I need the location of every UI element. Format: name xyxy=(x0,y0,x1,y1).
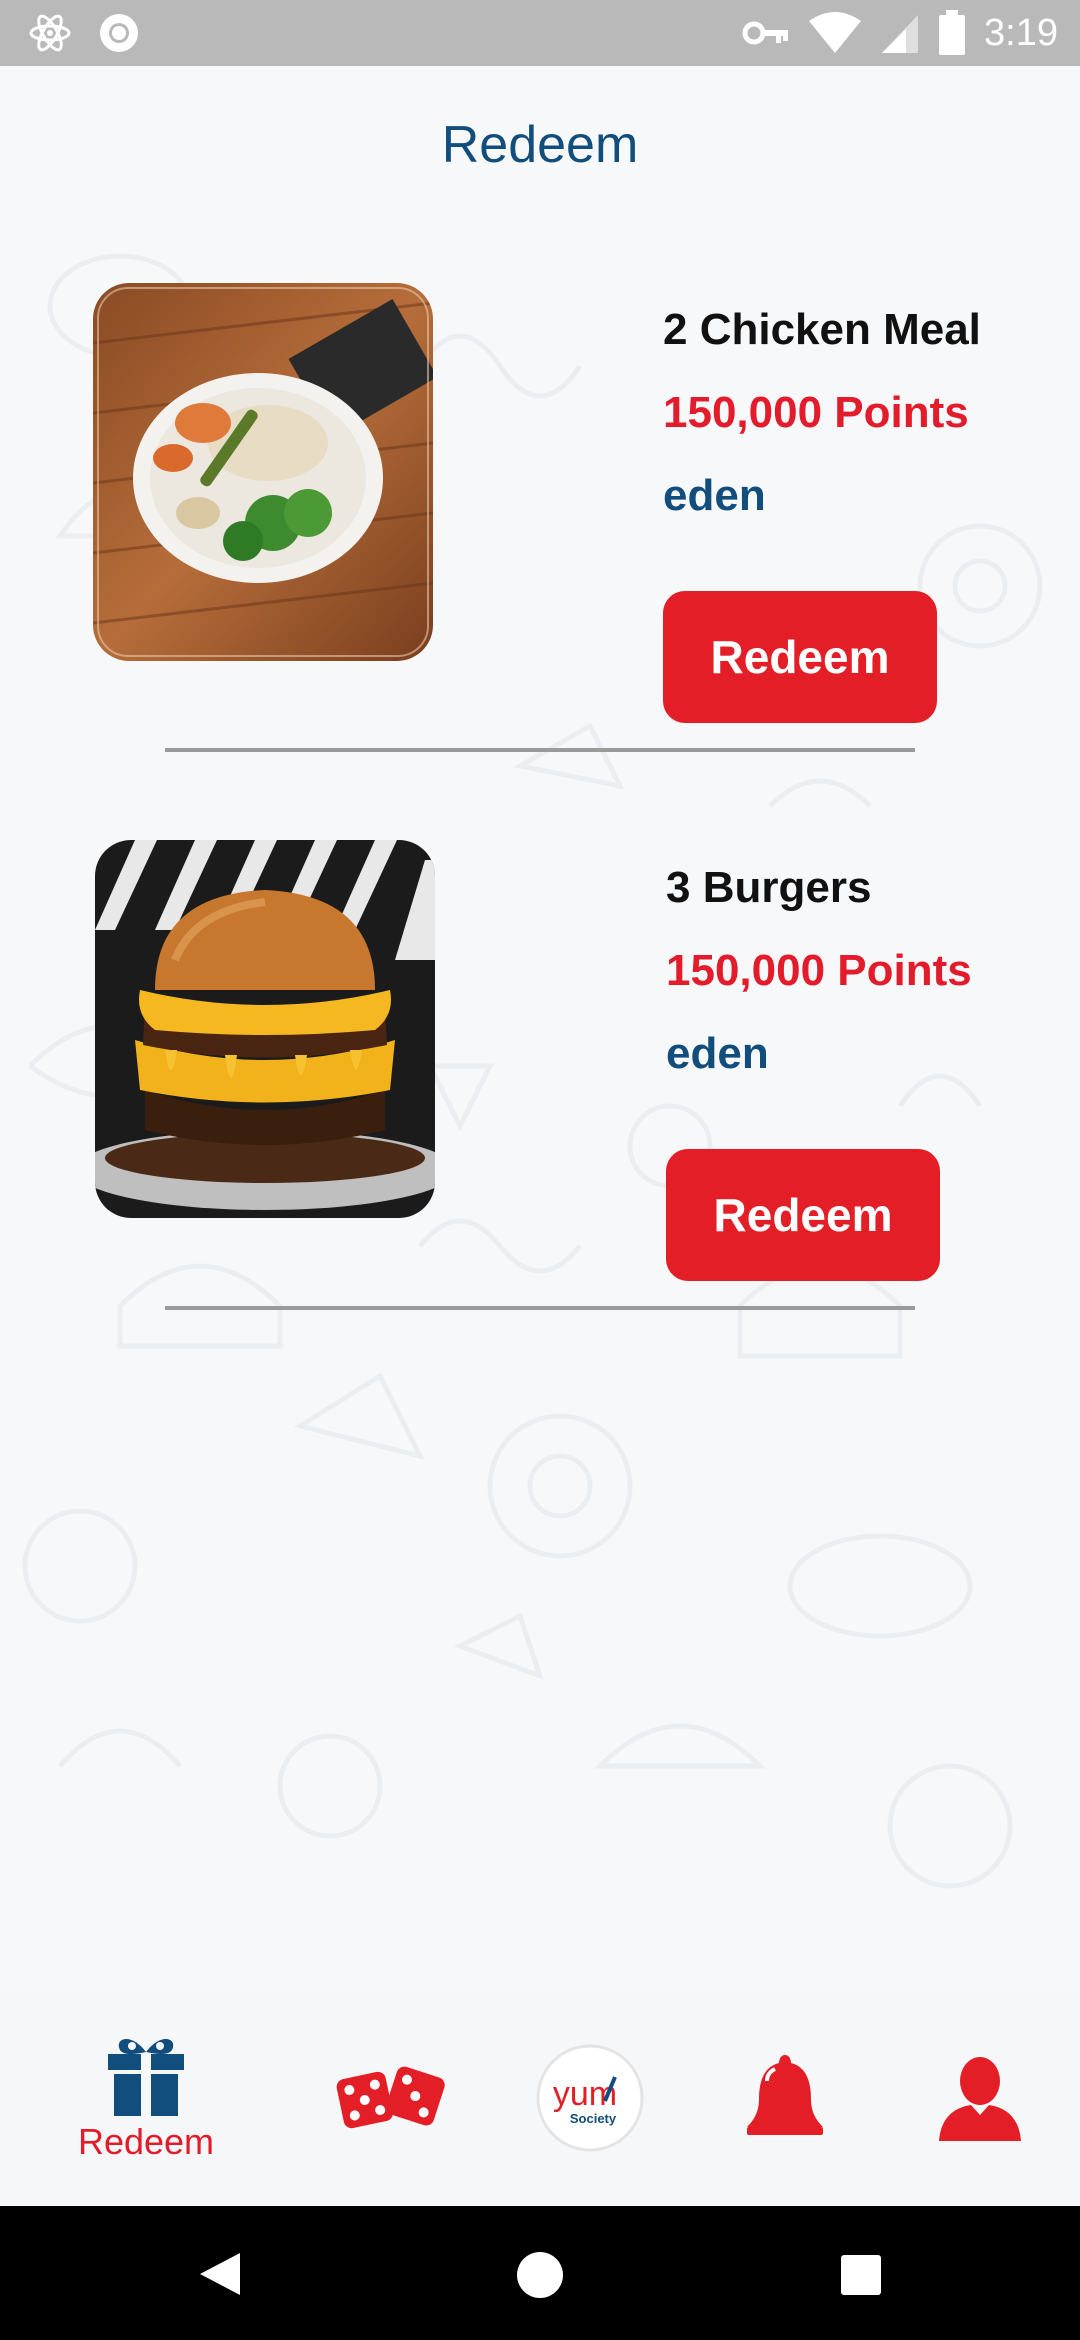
yum-society-logo: yum Society xyxy=(536,2044,644,2152)
divider xyxy=(165,1306,915,1310)
divider xyxy=(165,748,915,752)
reward-title: 3 Burgers xyxy=(666,863,872,912)
nav-label-redeem: Redeem xyxy=(77,2121,215,2162)
wifi-icon xyxy=(809,12,862,53)
react-atom-icon xyxy=(29,14,71,52)
clock: 3:19 xyxy=(984,12,1058,54)
battery-icon xyxy=(939,10,966,55)
redeem-button[interactable]: Redeem xyxy=(663,591,937,723)
reward-image-chicken-meal xyxy=(93,283,433,661)
bottom-navigation: Redeem yum Society xyxy=(0,1990,1080,2206)
reward-vendor: eden xyxy=(663,471,766,520)
recents-icon[interactable] xyxy=(840,2254,882,2296)
back-icon[interactable] xyxy=(196,2251,242,2297)
record-icon xyxy=(100,14,138,52)
bell-icon xyxy=(747,2055,823,2135)
logo-subtext: Society xyxy=(570,2111,617,2126)
reward-image-burgers xyxy=(95,840,435,1218)
redeem-button[interactable]: Redeem xyxy=(666,1149,940,1281)
reward-title: 2 Chicken Meal xyxy=(663,305,981,354)
nav-item-profile[interactable] xyxy=(925,1990,1035,2206)
system-navigation-bar xyxy=(0,2206,1080,2340)
reward-points: 150,000 Points xyxy=(663,388,969,437)
nav-item-notifications[interactable] xyxy=(730,1990,840,2206)
reward-vendor: eden xyxy=(666,1029,769,1078)
nav-item-redeem[interactable]: Redeem xyxy=(66,1990,226,2206)
nav-item-home[interactable]: yum Society xyxy=(530,1990,650,2206)
profile-icon xyxy=(939,2057,1021,2141)
reward-points: 150,000 Points xyxy=(666,946,972,995)
cellular-signal-icon xyxy=(882,15,919,53)
nav-item-games[interactable] xyxy=(330,1990,450,2206)
gift-icon xyxy=(108,2038,184,2116)
vpn-key-icon xyxy=(742,21,789,45)
page-title: Redeem xyxy=(441,116,639,174)
dice-icon xyxy=(336,2066,445,2129)
home-icon[interactable] xyxy=(516,2251,564,2299)
status-bar: 3:19 xyxy=(0,0,1080,66)
